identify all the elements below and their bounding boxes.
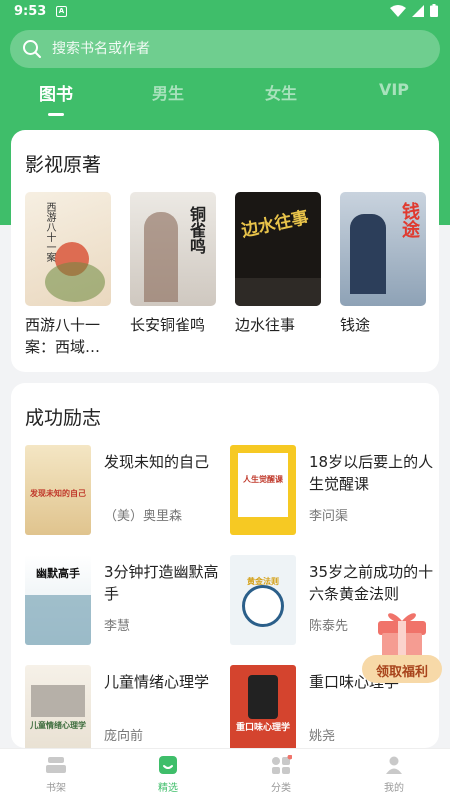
sim-icon: A: [56, 6, 67, 17]
top-tabs: 图书 男生 女生 VIP: [0, 80, 450, 120]
book-item[interactable]: 幽默高手 3分钟打造幽默高手 李慧: [25, 555, 230, 655]
book-author: 李慧: [104, 619, 131, 634]
book-item[interactable]: 儿童情绪心理学 儿童情绪心理学 庞向前: [25, 665, 230, 748]
nav-profile[interactable]: 我的: [364, 755, 424, 794]
nav-label: 书架: [46, 783, 66, 794]
cover-text: 西游八十一案: [44, 202, 55, 262]
battery-icon: [430, 4, 438, 17]
tab-label: 女生: [264, 84, 297, 103]
adaptations-section: 影视原著 西游八十一案 西游八十一案：西域… 铜雀鸣 长安铜雀鸣 边水往事 边水…: [11, 130, 439, 372]
cover-text: 重口味心理学: [235, 723, 290, 733]
gift-label: 领取福利: [375, 665, 428, 680]
featured-icon: [159, 756, 177, 774]
gift-badge[interactable]: 领取福利: [360, 605, 444, 685]
tab-male[interactable]: 男生: [138, 80, 198, 104]
book-title: 边水往事: [235, 316, 296, 334]
book-item[interactable]: 西游八十一案 西游八十一案：西域…: [25, 192, 113, 358]
profile-icon: [386, 756, 402, 774]
book-cover: 幽默高手: [25, 555, 91, 645]
section-title: 影视原著: [25, 154, 102, 176]
tab-vip[interactable]: VIP: [364, 80, 424, 99]
cover-text: 黄金法则: [247, 577, 279, 586]
nav-label: 我的: [384, 783, 404, 794]
book-title: 长安铜雀鸣: [130, 316, 206, 334]
book-cover: 儿童情绪心理学: [25, 665, 91, 748]
bookshelf-icon: [46, 757, 66, 773]
book-title: 3分钟打造幽默高手: [104, 563, 219, 603]
cover-text: 儿童情绪心理学: [30, 721, 86, 730]
cover-text: 发现未知的自己: [30, 489, 86, 498]
tab-books[interactable]: 图书: [26, 80, 86, 116]
section-title: 成功励志: [25, 407, 102, 429]
tab-female[interactable]: 女生: [251, 80, 311, 104]
tab-label: VIP: [378, 80, 410, 99]
book-cover: 发现未知的自己: [25, 445, 91, 535]
book-cover: 边水往事: [235, 192, 321, 306]
nav-label: 分类: [271, 783, 291, 794]
wifi-icon: [390, 4, 406, 17]
book-author: 庞向前: [104, 729, 144, 744]
book-item[interactable]: 钱途 钱途: [340, 192, 428, 336]
book-title: 钱途: [340, 316, 371, 334]
book-author: 姚尧: [309, 729, 336, 744]
search-input[interactable]: [52, 30, 422, 68]
tab-label: 图书: [39, 85, 73, 105]
tab-indicator: [48, 113, 64, 116]
book-title: 发现未知的自己: [104, 453, 210, 471]
status-bar: 9:53 A: [0, 0, 450, 24]
search-bar[interactable]: [10, 30, 440, 68]
nav-bookshelf[interactable]: 书架: [26, 755, 86, 794]
book-author: 李问渠: [309, 509, 349, 524]
category-icon: [272, 755, 292, 774]
book-title: 儿童情绪心理学: [104, 673, 210, 691]
nav-featured[interactable]: 精选: [138, 755, 198, 794]
book-cover: 黄金法则: [230, 555, 296, 645]
book-title: 西游八十一案：西域…: [25, 316, 101, 356]
book-cover: 西游八十一案: [25, 192, 111, 306]
cover-text: 边水往事: [239, 207, 311, 242]
cover-text: 人生觉醒课: [243, 475, 283, 484]
book-cover: 重口味心理学: [230, 665, 296, 748]
cover-text: 铜雀鸣: [187, 206, 206, 254]
nav-label: 精选: [158, 783, 178, 794]
book-cover: 钱途: [340, 192, 426, 306]
cover-text: 幽默高手: [36, 567, 80, 580]
book-item[interactable]: 铜雀鸣 长安铜雀鸣: [130, 192, 218, 336]
inspiration-section: 成功励志 发现未知的自己 发现未知的自己 （美）奥里森 人生觉醒课 18岁以后要…: [11, 383, 439, 748]
book-item[interactable]: 发现未知的自己 发现未知的自己 （美）奥里森: [25, 445, 230, 545]
search-icon: [23, 40, 41, 58]
tab-label: 男生: [151, 84, 184, 103]
signal-icon: [412, 4, 424, 17]
book-title: 35岁之前成功的十六条黄金法则: [309, 563, 434, 603]
book-author: （美）奥里森: [104, 509, 183, 524]
nav-category[interactable]: 分类: [251, 755, 311, 794]
status-time: 9:53: [14, 4, 47, 19]
book-title: 18岁以后要上的人生觉醒课: [309, 453, 434, 493]
book-item[interactable]: 人生觉醒课 18岁以后要上的人生觉醒课 李问渠: [230, 445, 435, 545]
book-author: 陈泰先: [309, 619, 349, 634]
book-cover: 人生觉醒课: [230, 445, 296, 535]
book-cover: 铜雀鸣: [130, 192, 216, 306]
bottom-nav: 书架 精选 分类 我的: [0, 748, 450, 800]
book-item[interactable]: 边水往事 边水往事: [235, 192, 323, 336]
cover-text: 钱途: [399, 202, 420, 238]
